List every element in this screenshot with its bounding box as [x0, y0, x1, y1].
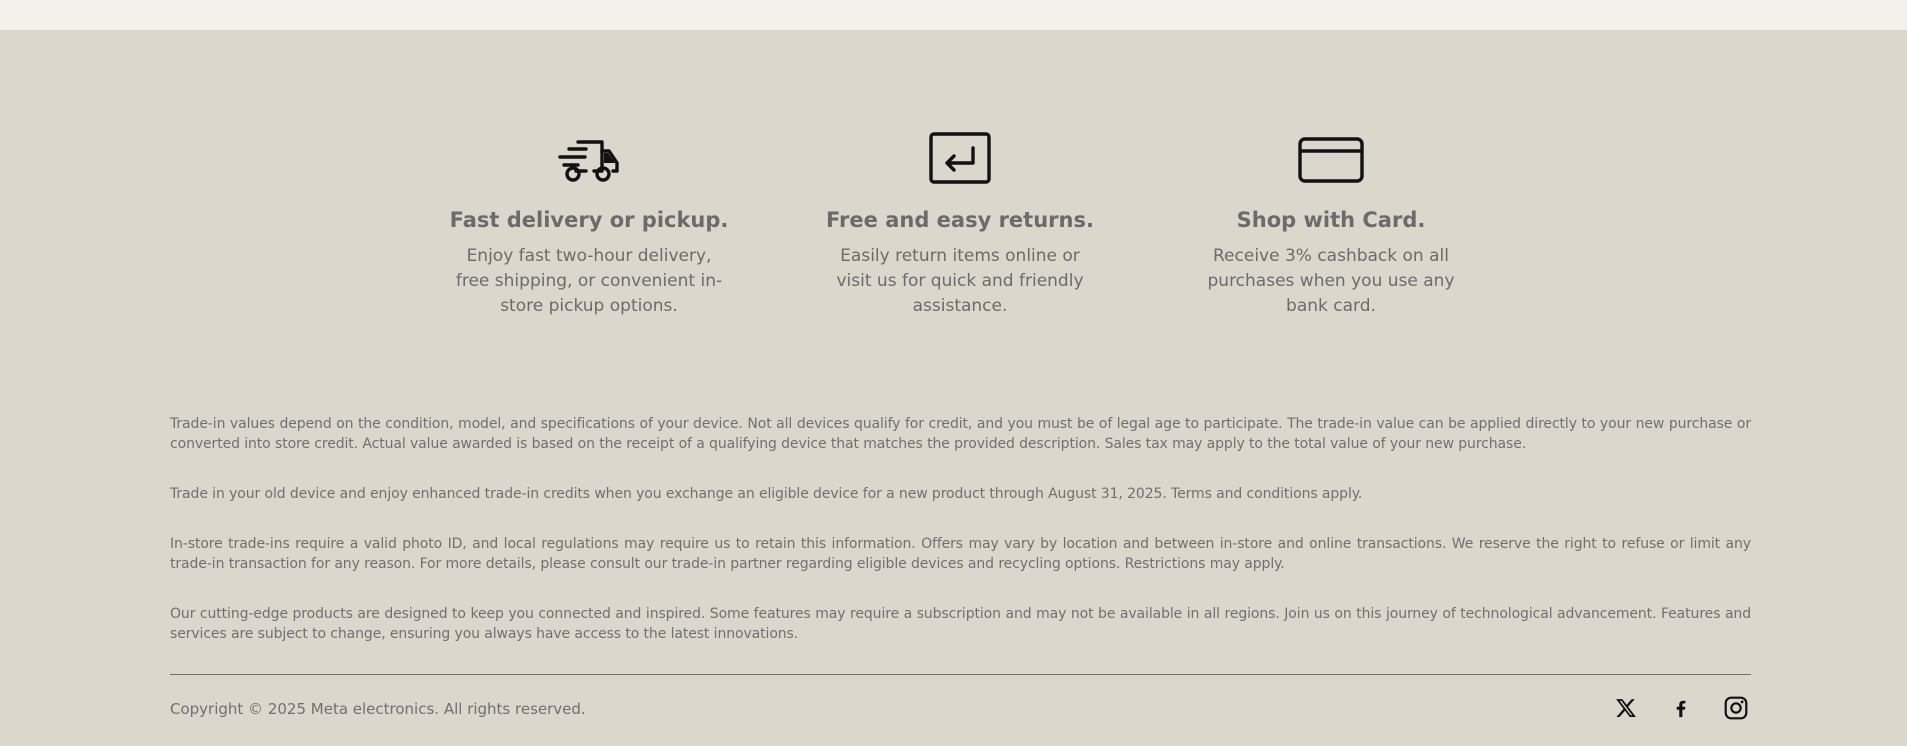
feature-delivery: Fast delivery or pickup. Enjoy fast two-… [439, 130, 739, 319]
credit-card-icon [1181, 130, 1481, 186]
top-strip [0, 0, 1907, 30]
feature-description: Receive 3% cashback on all purchases whe… [1207, 246, 1455, 316]
instagram-icon [1724, 696, 1747, 720]
legal-paragraph: In-store trade-ins require a valid photo… [170, 536, 1751, 572]
footer-divider [170, 674, 1751, 675]
feature-returns: Free and easy returns. Easily return ite… [810, 130, 1110, 319]
social-links [1610, 694, 1751, 722]
copyright-text: Copyright © 2025 Meta electronics. All r… [170, 700, 586, 718]
facebook-link[interactable] [1665, 694, 1696, 722]
return-arrow-icon [810, 130, 1110, 186]
facebook-icon [1676, 700, 1685, 718]
site-footer: Fast delivery or pickup. Enjoy fast two-… [0, 30, 1907, 746]
legal-disclaimers: Trade-in values depend on the condition,… [170, 414, 1751, 644]
delivery-truck-icon [439, 130, 739, 186]
feature-title: Shop with Card. [1236, 208, 1426, 232]
legal-paragraph: Our cutting-edge products are designed t… [170, 606, 1751, 642]
feature-card: Shop with Card. Receive 3% cashback on a… [1181, 130, 1481, 319]
x-icon [1615, 699, 1636, 717]
legal-paragraph: Trade in your old device and enjoy enhan… [170, 486, 1363, 502]
feature-description: Easily return items online or visit us f… [836, 246, 1084, 316]
features-section: Fast delivery or pickup. Enjoy fast two-… [0, 130, 1907, 370]
x-link[interactable] [1610, 694, 1641, 722]
instagram-link[interactable] [1720, 694, 1751, 722]
legal-paragraph: Trade-in values depend on the condition,… [170, 416, 1751, 452]
feature-description: Enjoy fast two-hour delivery, free shipp… [455, 246, 723, 316]
feature-title: Fast delivery or pickup. [449, 208, 729, 232]
feature-title: Free and easy returns. [826, 208, 1094, 232]
